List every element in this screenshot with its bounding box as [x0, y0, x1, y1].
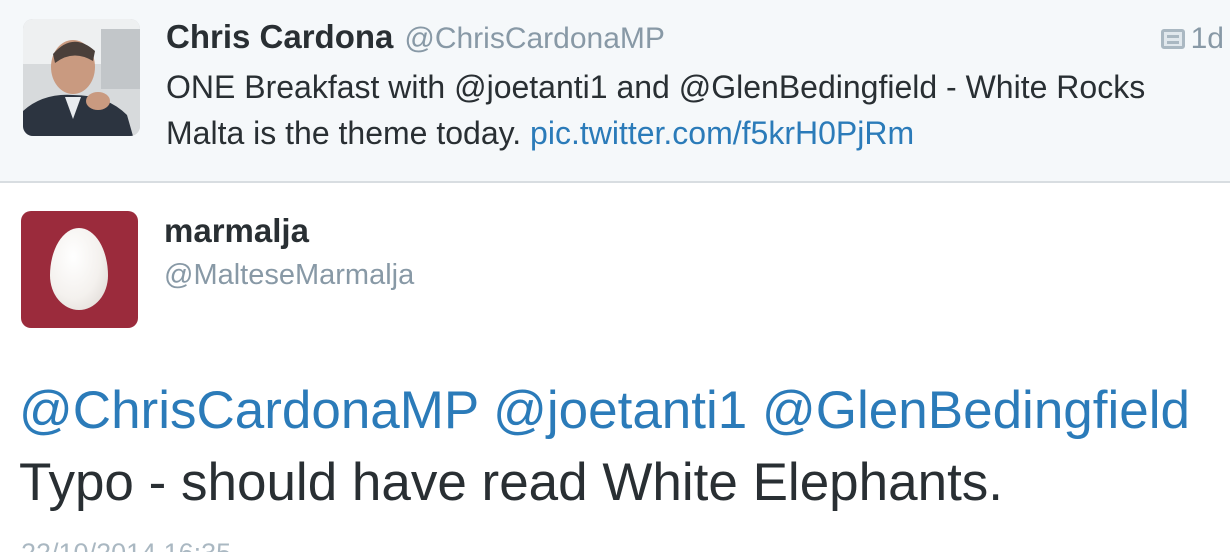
parent-author-handle[interactable]: @ChrisCardonaMP	[404, 22, 665, 56]
parent-tweet-meta: 1d	[1160, 22, 1224, 56]
tweet-detail-screen: Chris Cardona @ChrisCardonaMP 1d ONE Bre…	[0, 0, 1230, 552]
media-icon	[1160, 29, 1185, 49]
mention-link[interactable]: @ChrisCardonaMP	[19, 381, 478, 440]
reply-author-name[interactable]: marmalja	[164, 212, 309, 250]
mention-link[interactable]: @joetanti1	[493, 381, 747, 440]
parent-author-name[interactable]: Chris Cardona	[166, 18, 393, 56]
reply-author-avatar[interactable]	[21, 211, 138, 328]
reply-mentions: @ChrisCardonaMP @joetanti1 @GlenBedingfi…	[19, 380, 1190, 442]
parent-author-row: Chris Cardona @ChrisCardonaMP	[166, 18, 665, 62]
person-photo-icon	[23, 19, 140, 136]
parent-tweet-pic-link[interactable]: pic.twitter.com/f5krH0PjRm	[530, 115, 914, 151]
mention-link[interactable]: @GlenBedingfield	[762, 381, 1190, 440]
egg-avatar-icon	[50, 228, 108, 310]
reply-tweet-text: Typo - should have read White Elephants.	[19, 453, 1004, 512]
parent-tweet-text: ONE Breakfast with @joetanti1 and @GlenB…	[166, 64, 1206, 156]
reply-author-handle[interactable]: @MalteseMarmalja	[164, 259, 414, 292]
reply-tweet-timestamp: 22/10/2014 16:35	[21, 538, 231, 552]
parent-tweet-time: 1d	[1190, 22, 1224, 55]
parent-author-avatar[interactable]	[23, 19, 140, 136]
parent-tweet[interactable]: Chris Cardona @ChrisCardonaMP 1d ONE Bre…	[0, 0, 1230, 183]
